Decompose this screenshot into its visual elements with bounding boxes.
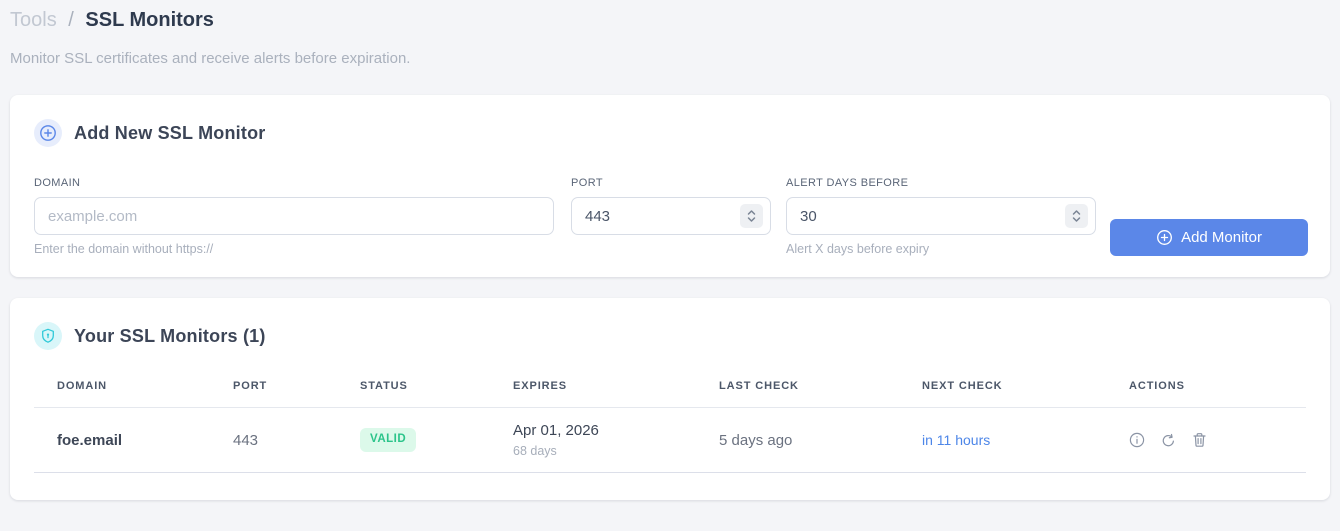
ssl-monitors-page: Tools / SSL Monitors Monitor SSL certifi… — [0, 0, 1340, 531]
plus-circle-icon — [34, 119, 62, 147]
column-header-last-check: LAST CHECK — [696, 366, 899, 408]
table-header-row: DOMAIN PORT STATUS EXPIRES LAST CHECK NE… — [34, 366, 1306, 408]
column-header-status: STATUS — [337, 366, 490, 408]
monitor-port: 443 — [210, 407, 337, 473]
trash-icon — [1193, 433, 1206, 447]
plus-circle-icon — [1157, 230, 1173, 245]
alert-days-input[interactable] — [786, 197, 1096, 235]
alert-days-label: ALERT DAYS BEFORE — [786, 177, 909, 189]
shield-icon — [34, 322, 62, 350]
breadcrumb: Tools / SSL Monitors — [10, 8, 1330, 32]
monitor-domain: foe.email — [57, 431, 123, 449]
row-actions — [1129, 432, 1306, 448]
monitors-table: DOMAIN PORT STATUS EXPIRES LAST CHECK NE… — [34, 366, 1306, 473]
port-stepper[interactable] — [740, 204, 763, 228]
monitor-expires-date: Apr 01, 2026 — [513, 422, 599, 439]
add-monitor-form: DOMAIN Enter the domain without https://… — [34, 177, 1308, 256]
monitors-card: Your SSL Monitors (1) DOMAIN PORT STATUS… — [10, 298, 1330, 500]
monitor-last-check: 5 days ago — [696, 407, 899, 473]
column-header-next-check: NEXT CHECK — [899, 366, 1106, 408]
breadcrumb-separator: / — [68, 9, 74, 31]
refresh-icon — [1162, 433, 1174, 446]
delete-button[interactable] — [1192, 432, 1207, 448]
column-header-actions: ACTIONS — [1106, 366, 1306, 408]
monitors-card-header: Your SSL Monitors (1) — [34, 322, 1306, 350]
add-monitor-card: Add New SSL Monitor DOMAIN Enter the dom… — [10, 95, 1330, 277]
add-monitor-button[interactable]: Add Monitor — [1110, 219, 1308, 256]
domain-input[interactable] — [34, 197, 554, 235]
domain-field-group: DOMAIN Enter the domain without https:// — [34, 177, 554, 256]
info-button[interactable] — [1129, 432, 1145, 448]
add-monitor-card-header: Add New SSL Monitor — [34, 119, 1308, 147]
status-badge: VALID — [360, 428, 417, 452]
breadcrumb-tools-link[interactable]: Tools — [10, 9, 57, 31]
column-header-port: PORT — [210, 366, 337, 408]
page-title: SSL Monitors — [85, 9, 214, 31]
page-subtitle: Monitor SSL certificates and receive ale… — [10, 50, 411, 67]
info-icon — [1129, 432, 1145, 448]
port-label: PORT — [571, 177, 603, 189]
column-header-expires: EXPIRES — [490, 366, 696, 408]
domain-helper-text: Enter the domain without https:// — [34, 242, 214, 256]
alert-days-field-group: ALERT DAYS BEFORE Alert X days before ex… — [786, 177, 1096, 256]
port-field-group: PORT — [571, 177, 771, 235]
alert-days-stepper[interactable] — [1065, 204, 1088, 228]
refresh-button[interactable] — [1161, 433, 1176, 448]
alert-days-helper-text: Alert X days before expiry — [786, 242, 930, 256]
monitor-expires-days: 68 days — [513, 444, 557, 458]
add-monitor-button-label: Add Monitor — [1181, 229, 1262, 246]
table-row: foe.email 443 VALID Apr 01, 2026 68 days… — [34, 407, 1306, 473]
monitors-card-title: Your SSL Monitors (1) — [74, 325, 266, 346]
add-monitor-card-title: Add New SSL Monitor — [74, 122, 266, 143]
column-header-domain: DOMAIN — [34, 366, 210, 408]
domain-label: DOMAIN — [34, 177, 81, 189]
monitor-next-check: in 11 hours — [922, 431, 991, 448]
